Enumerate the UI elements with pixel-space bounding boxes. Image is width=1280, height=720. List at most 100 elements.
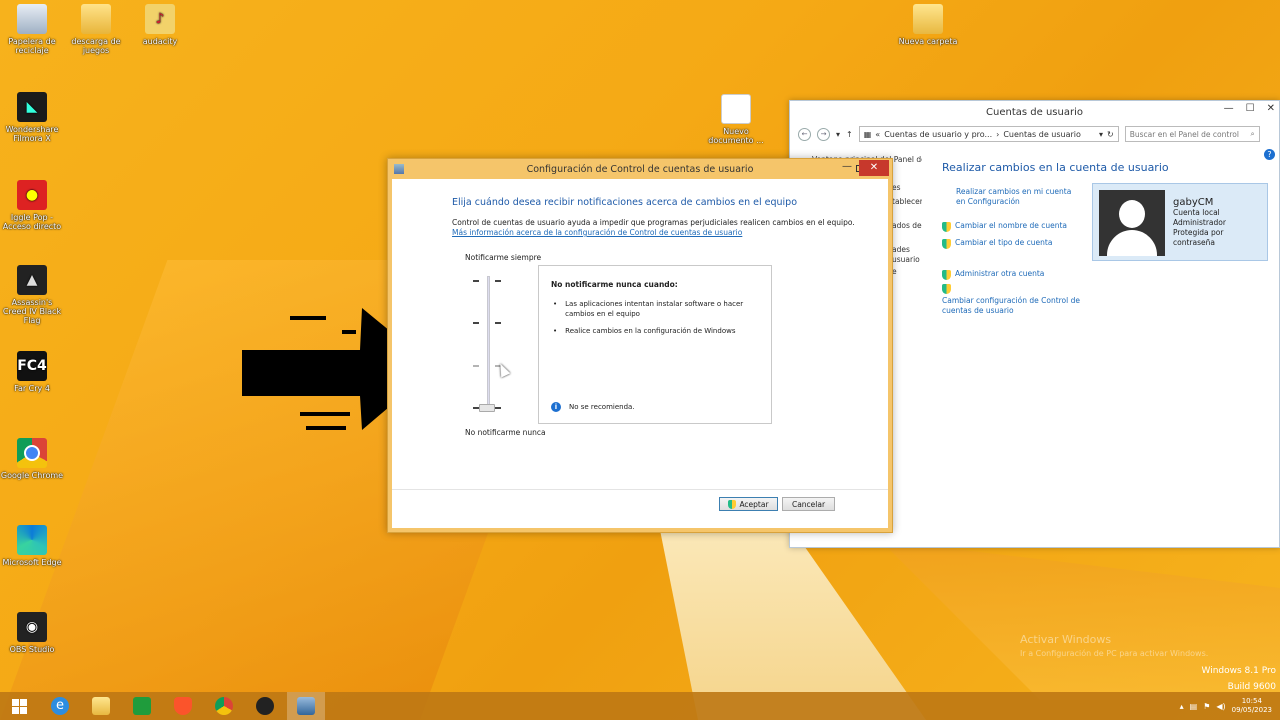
document-icon: [721, 94, 751, 124]
taskbar-obs[interactable]: [246, 692, 284, 720]
dialog-body: Elija cuándo desea recibir notificacione…: [392, 179, 888, 528]
account-links: Realizar cambios en mi cuenta en Configu…: [942, 187, 1082, 316]
far-cry-icon: FC4: [17, 351, 47, 381]
breadcrumb-separator[interactable]: ›: [996, 130, 999, 139]
control-panel-icon: [297, 697, 315, 715]
clock-date: 09/05/2023: [1231, 706, 1272, 714]
slider-tick: [473, 280, 479, 282]
action-center-flag-icon[interactable]: ⚑: [1203, 702, 1210, 711]
more-info-link[interactable]: Más información acerca de la configuraci…: [452, 228, 742, 237]
account-type: Cuenta local: [1173, 208, 1220, 217]
clock[interactable]: 10:54 09/05/2023: [1232, 697, 1272, 715]
link-uac-settings[interactable]: Cambiar configuración de Control de cuen…: [942, 284, 1082, 316]
show-hidden-icons-icon[interactable]: ▴: [1180, 702, 1184, 711]
desktop-icon-recycle-bin[interactable]: Papelera de reciclaje: [0, 4, 64, 55]
desktop-icon-iggle-pop[interactable]: ● Iggle Pop - Acceso directo: [0, 180, 64, 231]
maximize-button[interactable]: ☐: [1246, 103, 1255, 114]
desktop-icon-label: Papelera de reciclaje: [8, 37, 56, 55]
back-button[interactable]: ←: [798, 127, 811, 141]
refresh-icon[interactable]: ↻: [1107, 130, 1114, 139]
desktop-icon-descarga-juegos[interactable]: descarga de juegos: [64, 4, 128, 55]
desktop-icon-google-chrome[interactable]: Google Chrome: [0, 438, 64, 480]
breadcrumb-item[interactable]: Cuentas de usuario y pro...: [884, 130, 992, 139]
link-label[interactable]: Cambiar el tipo de cuenta: [955, 238, 1052, 249]
close-button[interactable]: ✕: [1267, 103, 1275, 114]
minimize-button[interactable]: —: [842, 161, 852, 172]
os-version: Windows 8.1 Pro: [1201, 666, 1277, 676]
link-label[interactable]: Cambiar el nombre de cuenta: [955, 221, 1067, 232]
window-title: Cuentas de usuario: [986, 106, 1083, 118]
os-build: Build 9600: [1227, 682, 1276, 692]
iggle-pop-icon: ●: [17, 180, 47, 210]
assassins-creed-icon: ▲: [17, 265, 47, 295]
address-bar[interactable]: ▦ « Cuentas de usuario y pro... › Cuenta…: [858, 126, 1119, 142]
account-role: Administrador: [1173, 218, 1226, 227]
link-change-name[interactable]: Cambiar el nombre de cuenta: [942, 221, 1082, 232]
recent-dropdown-icon[interactable]: ▾: [836, 130, 840, 139]
up-button[interactable]: ↑: [846, 130, 853, 139]
navigation-bar: ← → ▾ ↑ ▦ « Cuentas de usuario y pro... …: [790, 123, 1279, 145]
desktop-icon-label: Microsoft Edge: [2, 558, 62, 567]
desktop-icon-label: OBS Studio: [9, 645, 55, 654]
control-panel-icon: ▦: [863, 129, 872, 139]
slider-tick: [473, 322, 479, 324]
desktop-icon-label: Wondershare Filmora X: [5, 125, 59, 143]
link-label[interactable]: Cambiar configuración de Control de cuen…: [942, 296, 1080, 315]
volume-icon[interactable]: ◀): [1216, 702, 1225, 711]
close-button[interactable]: ✕: [859, 160, 889, 176]
taskbar-store[interactable]: [123, 692, 161, 720]
shield-icon: [942, 270, 951, 280]
help-icon[interactable]: ?: [1264, 149, 1275, 160]
taskbar-control-panel[interactable]: [287, 692, 325, 720]
shield-icon: [942, 222, 951, 232]
shield-icon: [942, 284, 951, 294]
taskbar-brave[interactable]: [164, 692, 202, 720]
slider-thumb[interactable]: [479, 404, 495, 412]
list-item-text: Realice cambios en la configuración de W…: [565, 327, 736, 335]
audacity-icon: ♪: [145, 4, 175, 34]
link-label[interactable]: Administrar otra cuenta: [955, 269, 1044, 280]
window-titlebar[interactable]: Cuentas de usuario — ☐ ✕: [790, 101, 1279, 123]
forward-button[interactable]: →: [817, 127, 830, 141]
slider-label-top: Notificarme siempre: [465, 253, 542, 262]
cancel-button[interactable]: Cancelar: [782, 497, 835, 511]
desktop-icon-far-cry-4[interactable]: FC4 Far Cry 4: [0, 351, 64, 393]
dialog-titlebar[interactable]: Configuración de Control de cuentas de u…: [388, 159, 892, 179]
chrome-icon: [215, 697, 233, 715]
start-button[interactable]: [0, 692, 38, 720]
desktop-icon-label: audacity: [142, 37, 178, 46]
dialog-heading: Elija cuándo desea recibir notificacione…: [452, 197, 798, 208]
desktop-icon-audacity[interactable]: ♪ audacity: [128, 4, 192, 46]
filmora-icon: ◣: [17, 92, 47, 122]
search-icon: ⌕: [1250, 129, 1255, 138]
address-overflow[interactable]: «: [875, 130, 880, 139]
link-manage-other[interactable]: Administrar otra cuenta: [942, 269, 1082, 280]
search-input[interactable]: Buscar en el Panel de control ⌕: [1124, 126, 1260, 142]
taskbar-file-explorer[interactable]: [82, 692, 120, 720]
internet-explorer-icon: e: [51, 697, 69, 715]
breadcrumb-item[interactable]: Cuentas de usuario: [1003, 130, 1081, 139]
address-dropdown-icon[interactable]: ▾: [1099, 130, 1103, 139]
desktop-icon-obs-studio[interactable]: ◉ OBS Studio: [0, 612, 64, 654]
network-icon[interactable]: ▤: [1190, 702, 1198, 711]
desktop-icon-nuevo-documento[interactable]: Nuevo documento ...: [704, 94, 768, 145]
uac-app-icon: [394, 164, 404, 174]
dialog-description: Control de cuentas de usuario ayuda a im…: [452, 218, 855, 227]
user-name: gabyCM: [1173, 197, 1214, 208]
link-change-in-settings[interactable]: Realizar cambios en mi cuenta en Configu…: [942, 187, 1082, 207]
taskbar-internet-explorer[interactable]: e: [41, 692, 79, 720]
button-label: Cancelar: [791, 499, 826, 509]
desktop-icon-nueva-carpeta[interactable]: Nueva carpeta: [896, 4, 960, 46]
chrome-icon: [17, 438, 47, 468]
taskbar-chrome[interactable]: [205, 692, 243, 720]
divider: [392, 489, 888, 490]
desktop-icon-filmora[interactable]: ◣ Wondershare Filmora X: [0, 92, 64, 143]
folder-icon: [81, 4, 111, 34]
notification-slider-track[interactable]: [487, 276, 490, 408]
minimize-button[interactable]: —: [1224, 103, 1234, 114]
link-label[interactable]: Realizar cambios en mi cuenta en Configu…: [956, 187, 1082, 207]
desktop-icon-microsoft-edge[interactable]: Microsoft Edge: [0, 525, 64, 567]
link-change-type[interactable]: Cambiar el tipo de cuenta: [942, 238, 1082, 249]
desktop-icon-assassins-creed[interactable]: ▲ Assassin's Creed IV Black Flag: [0, 265, 64, 325]
accept-button[interactable]: Aceptar: [719, 497, 778, 511]
